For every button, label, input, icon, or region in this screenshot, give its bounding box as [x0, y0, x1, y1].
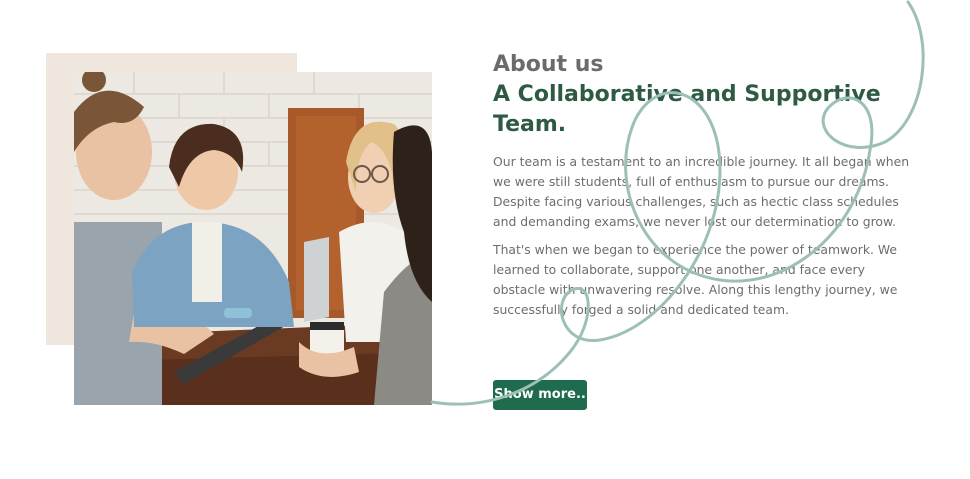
about-section: About us A Collaborative and Supportive …	[0, 0, 970, 479]
show-more-button[interactable]: Show more..	[493, 380, 587, 410]
intro-paragraph: Our team is a testament to an incredible…	[493, 154, 910, 229]
about-content: About us A Collaborative and Supportive …	[493, 50, 913, 328]
teamwork-paragraph: That's when we began to experience the p…	[493, 242, 898, 317]
team-photo	[74, 72, 432, 405]
section-headline: A Collaborative and Supportive Team.	[493, 82, 881, 137]
section-eyebrow: About us	[493, 52, 604, 77]
